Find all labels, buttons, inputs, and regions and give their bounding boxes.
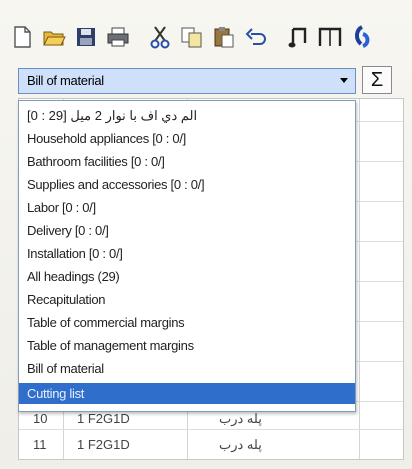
- copy-icon[interactable]: [178, 22, 206, 52]
- save-icon[interactable]: [72, 22, 100, 52]
- cut-icon[interactable]: [146, 22, 174, 52]
- undo-icon[interactable]: [242, 22, 270, 52]
- row-description: پله درب: [219, 411, 262, 426]
- new-document-icon[interactable]: [8, 22, 36, 52]
- music-note-icon[interactable]: [284, 22, 312, 52]
- bracket-tool-icon[interactable]: [316, 22, 344, 52]
- dropdown-option[interactable]: All headings (29): [19, 266, 355, 287]
- dropdown-option[interactable]: Household appliances [0 : 0/]: [19, 128, 355, 149]
- dropdown-option[interactable]: Installation [0 : 0/]: [19, 243, 355, 264]
- toolbar: [8, 14, 408, 60]
- view-selector-combobox[interactable]: Bill of material: [18, 68, 356, 94]
- print-icon[interactable]: [104, 22, 132, 52]
- row-number: 11: [33, 437, 47, 452]
- dropdown-option[interactable]: [0 : 29] الم دي اف با نوار 2 ميل: [19, 105, 355, 126]
- dropdown-option[interactable]: Recapitulation: [19, 289, 355, 310]
- dropdown-option[interactable]: Bill of material: [19, 358, 355, 379]
- row-description: پله درب: [219, 437, 262, 452]
- sum-button[interactable]: Σ: [362, 66, 392, 94]
- dropdown-option[interactable]: Supplies and accessories [0 : 0/]: [19, 174, 355, 195]
- dropdown-option[interactable]: Labor [0 : 0/]: [19, 197, 355, 218]
- column-divider: [359, 99, 360, 459]
- dropdown-option-selected[interactable]: Cutting list: [19, 383, 355, 404]
- dropdown-option[interactable]: Delivery [0 : 0/]: [19, 220, 355, 241]
- chevron-down-icon[interactable]: [334, 70, 354, 92]
- open-folder-icon[interactable]: [40, 22, 68, 52]
- row-code: 1 F2G1D: [77, 437, 130, 452]
- row-number: 10: [33, 411, 48, 426]
- application-window: 10 1 F2G1D پله درب 11 1 F2G1D پله درب Bi…: [0, 0, 412, 469]
- paste-icon[interactable]: [210, 22, 238, 52]
- row-code: 1 F2G1D: [77, 411, 130, 426]
- dropdown-option[interactable]: Bathroom facilities [0 : 0/]: [19, 151, 355, 172]
- combo-selected-value: Bill of material: [27, 73, 104, 88]
- dropdown-option[interactable]: Table of management margins: [19, 335, 355, 356]
- view-dropdown-list: [0 : 29] الم دي اف با نوار 2 ميل Househo…: [18, 100, 356, 412]
- app-logo-icon[interactable]: [348, 22, 376, 52]
- dropdown-option[interactable]: Table of commercial margins: [19, 312, 355, 333]
